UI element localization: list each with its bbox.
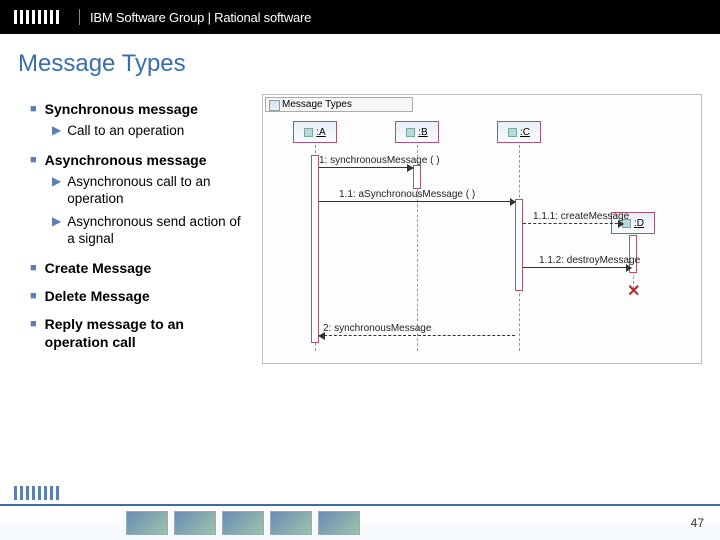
bullet-reply: ■ Reply message to an operation call bbox=[30, 315, 248, 351]
message-label: 1.1: aSynchronousMessage ( ) bbox=[339, 189, 475, 200]
square-bullet-icon: ■ bbox=[30, 287, 37, 305]
lifeline-box-b: :B bbox=[395, 121, 439, 143]
page-title: Message Types bbox=[0, 34, 720, 86]
bullet-text: Synchronous message bbox=[45, 100, 198, 118]
message-label: 1: synchronousMessage ( ) bbox=[319, 155, 440, 166]
diagram-frame-label: Message Types bbox=[265, 97, 413, 112]
sub-bullet: ▶ Asynchronous call to an operation bbox=[52, 173, 248, 207]
sub-bullet-text: Call to an operation bbox=[67, 122, 184, 139]
bullet-text: Asynchronous message bbox=[45, 151, 207, 169]
lifeline-label: :C bbox=[520, 127, 530, 138]
destroy-x-icon: ✕ bbox=[627, 281, 640, 301]
square-bullet-icon: ■ bbox=[30, 151, 37, 169]
slide: IBM Software Group | Rational software M… bbox=[0, 0, 720, 540]
page-number: 47 bbox=[691, 516, 704, 530]
bullet-create: ■ Create Message bbox=[30, 259, 248, 277]
sequence-diagram: Message Types :A :B :C :D 1: synchronous… bbox=[262, 94, 702, 364]
sub-bullet-text: Asynchronous send action of a signal bbox=[67, 213, 248, 247]
message-arrow-destroy bbox=[523, 267, 631, 268]
sub-bullet: ▶ Call to an operation bbox=[52, 122, 248, 139]
footer-thumbnail-icon bbox=[222, 511, 264, 535]
bullet-list: ■ Synchronous message ▶ Call to an opera… bbox=[18, 94, 248, 364]
content-area: ■ Synchronous message ▶ Call to an opera… bbox=[0, 86, 720, 364]
bullet-text: Create Message bbox=[45, 259, 152, 277]
message-arrow-sync bbox=[319, 167, 413, 168]
triangle-bullet-icon: ▶ bbox=[52, 122, 61, 139]
message-label: 2: synchronousMessage bbox=[323, 323, 431, 334]
ibm-footer-logo-icon bbox=[14, 486, 59, 500]
footer-thumbnail-icon bbox=[126, 511, 168, 535]
footer-thumbnail-icon bbox=[174, 511, 216, 535]
activation-bar bbox=[311, 155, 319, 343]
lifeline-label: :A bbox=[316, 127, 325, 138]
lifeline-box-c: :C bbox=[497, 121, 541, 143]
class-icon bbox=[406, 128, 415, 137]
header-divider bbox=[79, 9, 80, 25]
footer-thumbnails bbox=[126, 511, 360, 535]
lifeline-label: :D bbox=[634, 218, 644, 229]
message-arrow-create bbox=[523, 223, 623, 224]
square-bullet-icon: ■ bbox=[30, 315, 37, 351]
bullet-delete: ■ Delete Message bbox=[30, 287, 248, 305]
activation-bar bbox=[413, 165, 421, 189]
ibm-logo-icon bbox=[14, 10, 59, 24]
lifeline-label: :B bbox=[418, 127, 427, 138]
bullet-text: Delete Message bbox=[45, 287, 150, 305]
square-bullet-icon: ■ bbox=[30, 259, 37, 277]
lifeline-box-a: :A bbox=[293, 121, 337, 143]
sub-bullet: ▶ Asynchronous send action of a signal bbox=[52, 213, 248, 247]
square-bullet-icon: ■ bbox=[30, 100, 37, 118]
triangle-bullet-icon: ▶ bbox=[52, 173, 61, 207]
class-icon bbox=[508, 128, 517, 137]
bullet-synchronous: ■ Synchronous message bbox=[30, 100, 248, 118]
message-arrow-async bbox=[319, 201, 515, 202]
footer-bar: 47 bbox=[0, 504, 720, 540]
bullet-asynchronous: ■ Asynchronous message bbox=[30, 151, 248, 169]
message-label: 1.1.1: createMessage bbox=[533, 211, 629, 222]
class-icon bbox=[304, 128, 313, 137]
sub-bullet-text: Asynchronous call to an operation bbox=[67, 173, 248, 207]
message-arrow-reply bbox=[319, 335, 515, 336]
bullet-text: Reply message to an operation call bbox=[45, 315, 248, 351]
message-label: 1.1.2: destroyMessage bbox=[539, 255, 640, 266]
triangle-bullet-icon: ▶ bbox=[52, 213, 61, 247]
header-bar: IBM Software Group | Rational software bbox=[0, 0, 720, 34]
activation-bar bbox=[515, 199, 523, 291]
header-group-text: IBM Software Group | Rational software bbox=[90, 10, 311, 25]
footer-thumbnail-icon bbox=[270, 511, 312, 535]
footer-thumbnail-icon bbox=[318, 511, 360, 535]
